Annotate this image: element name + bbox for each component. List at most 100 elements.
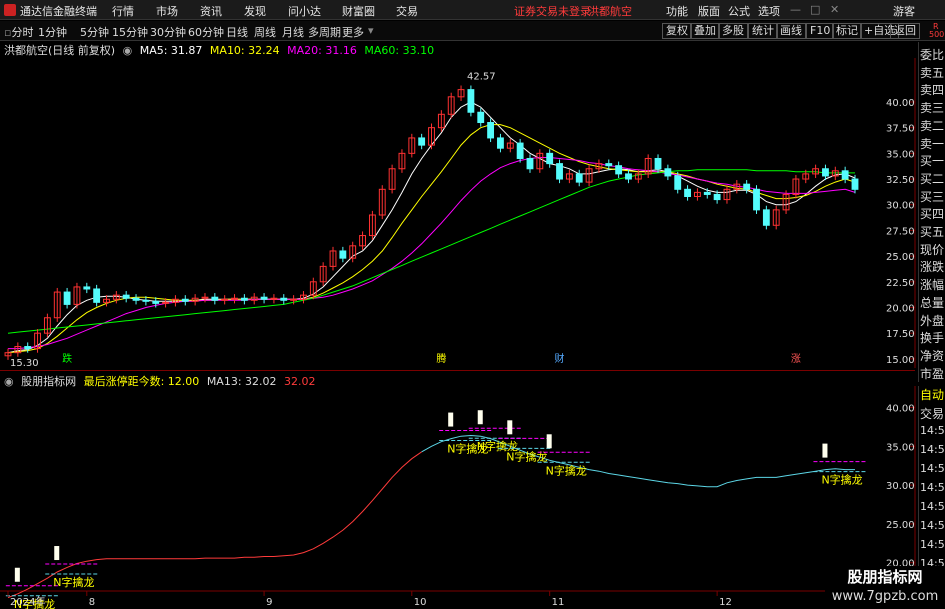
menu-item-wealth[interactable]: 财富圈 <box>342 3 375 19</box>
sidebar-item[interactable]: 委比 <box>920 46 944 63</box>
trade-sidebar-item[interactable]: 14:56 <box>920 519 945 532</box>
close-icon[interactable]: ✕ <box>830 3 839 16</box>
sidebar-item[interactable]: 买一 <box>920 152 944 169</box>
y-tick-label: 17.50 <box>886 329 915 340</box>
candle <box>122 294 130 299</box>
sidebar-item[interactable]: 买二 <box>920 170 944 187</box>
trade-sidebar-item[interactable]: 14:56 <box>920 424 945 437</box>
stats-button[interactable]: 统计 <box>748 23 778 39</box>
trade-sidebar-item[interactable]: 14:56 <box>920 443 945 456</box>
ma-legend: 洪都航空(日线 前复权) ◉ MA5: 31.87 MA10: 32.24 MA… <box>4 42 438 58</box>
sidebar-item[interactable]: 现价 <box>920 241 944 258</box>
x-tick-label: 12 <box>719 597 732 608</box>
menu-item-ask[interactable]: 问小达 <box>288 3 321 19</box>
back-button[interactable]: 返回 <box>890 23 920 39</box>
period-intraday[interactable]: ▫分时 <box>4 24 38 40</box>
ma60-label: MA60: 33.10 <box>364 44 435 57</box>
login-status[interactable]: 证券交易未登录 <box>514 3 591 19</box>
sidebar-item[interactable]: 涨跌 <box>920 258 944 275</box>
y-tick-label: 32.50 <box>886 175 915 186</box>
trade-sidebar-item[interactable]: 14:56 <box>920 538 945 551</box>
menu-item-formula[interactable]: 公式 <box>728 3 750 19</box>
adjust-button[interactable]: 复权 <box>662 23 692 39</box>
sidebar-item[interactable]: 卖一 <box>920 135 944 152</box>
overlay-button[interactable]: 叠加 <box>690 23 720 39</box>
menu-item-discover[interactable]: 发现 <box>244 3 266 19</box>
menu-item-function[interactable]: 功能 <box>666 3 688 19</box>
candle <box>841 170 849 180</box>
period-1min[interactable]: 1分钟 <box>38 24 67 40</box>
x-tick-label: 9 <box>266 597 272 608</box>
sidebar-item[interactable]: 买三 <box>920 188 944 205</box>
signal-label: N字擒龙 <box>506 449 547 463</box>
candle <box>280 297 288 301</box>
draw-line-button[interactable]: 画线 <box>776 23 806 39</box>
period-monthly[interactable]: 月线 <box>282 24 304 40</box>
menu-bar: 通达信金融终端 行情 市场 资讯 发现 问小达 财富圈 交易 证券交易未登录 洪… <box>0 0 945 20</box>
maximize-icon[interactable]: □ <box>810 3 820 16</box>
ma-line-ma60 <box>7 169 855 334</box>
sidebar-item[interactable]: 外盘 <box>920 312 944 329</box>
candle <box>546 152 554 165</box>
signal-bar <box>546 434 552 449</box>
menu-item-options[interactable]: 选项 <box>758 3 780 19</box>
signal-label: N字擒龙 <box>546 463 587 477</box>
period-daily[interactable]: 日线 <box>226 24 248 40</box>
sidebar-item[interactable]: 市盈 <box>920 365 944 382</box>
candle <box>851 178 859 190</box>
menu-item-exchange[interactable]: 市场 <box>156 3 178 19</box>
menu-item-trade[interactable]: 交易 <box>396 3 418 19</box>
candle <box>339 250 347 259</box>
sidebar-item[interactable]: 卖五 <box>920 64 944 81</box>
sidebar-item[interactable]: 买五 <box>920 223 944 240</box>
period-more[interactable]: 更多 <box>342 24 364 40</box>
sidebar-item[interactable]: 涨幅 <box>920 276 944 293</box>
trade-sidebar-item[interactable]: 14:56 <box>920 462 945 475</box>
indicator-chart[interactable]: 40.0035.0030.0025.0020.00 N字擒龙N字擒龙N字擒龙N字… <box>0 386 918 609</box>
trade-sidebar-item[interactable]: 14:56 <box>920 481 945 494</box>
y-tick-label: 40.00 <box>886 98 915 109</box>
menu-item-market[interactable]: 行情 <box>112 3 134 19</box>
menu-item-layout[interactable]: 版面 <box>698 3 720 19</box>
candle <box>654 157 662 170</box>
f10-button[interactable]: F10 <box>806 23 835 39</box>
candle <box>526 157 534 170</box>
multi-stock-button[interactable]: 多股 <box>718 23 748 39</box>
sidebar-item[interactable]: 卖四 <box>920 81 944 98</box>
sidebar-item[interactable]: 总量 <box>920 294 944 311</box>
trade-sidebar-item[interactable]: 交易 <box>920 405 944 422</box>
user-label[interactable]: 游客 <box>893 3 915 19</box>
chart-settings-icon[interactable]: ◉ <box>123 44 133 57</box>
trade-sidebar-item[interactable]: 自动 <box>920 386 944 403</box>
more-dropdown-icon[interactable]: ▾ <box>368 24 374 37</box>
sidebar-item[interactable]: 净资 <box>920 347 944 364</box>
sidebar-item[interactable]: 卖二 <box>920 117 944 134</box>
menu-item-news[interactable]: 资讯 <box>200 3 222 19</box>
period-weekly[interactable]: 周线 <box>254 24 276 40</box>
period-5min[interactable]: 5分钟 <box>80 24 109 40</box>
candlestick-chart[interactable]: 40.00 37.50 35.00 32.50 30.00 27.50 25.00 22.50… <box>0 58 945 368</box>
candle <box>664 168 672 177</box>
ma-line-ma10 <box>7 124 856 354</box>
candle <box>83 286 91 290</box>
trade-sidebar-item[interactable]: 14:56 <box>920 500 945 513</box>
candle <box>132 297 140 301</box>
sidebar-item[interactable]: 买四 <box>920 205 944 222</box>
sidebar-item[interactable]: 换手 <box>920 329 944 346</box>
minimize-icon[interactable]: — <box>790 3 801 16</box>
y-tick-label: 35.00 <box>886 149 915 160</box>
mark-button[interactable]: 标记 <box>832 23 862 39</box>
event-marker: 财 <box>555 352 565 365</box>
sidebar-item[interactable]: 卖三 <box>920 99 944 116</box>
period-15min[interactable]: 15分钟 <box>112 24 148 40</box>
y-tick-label: 27.50 <box>886 226 915 237</box>
ma10-label: MA10: 32.24 <box>209 44 280 57</box>
pane-divider[interactable] <box>0 370 915 371</box>
app-logo-icon <box>4 4 16 16</box>
period-multi[interactable]: 多周期 <box>308 24 341 40</box>
candle <box>63 291 71 305</box>
watermark-url: www.7gpzb.com <box>831 589 939 604</box>
candle <box>142 299 150 302</box>
period-30min[interactable]: 30分钟 <box>150 24 186 40</box>
period-60min[interactable]: 60分钟 <box>188 24 224 40</box>
